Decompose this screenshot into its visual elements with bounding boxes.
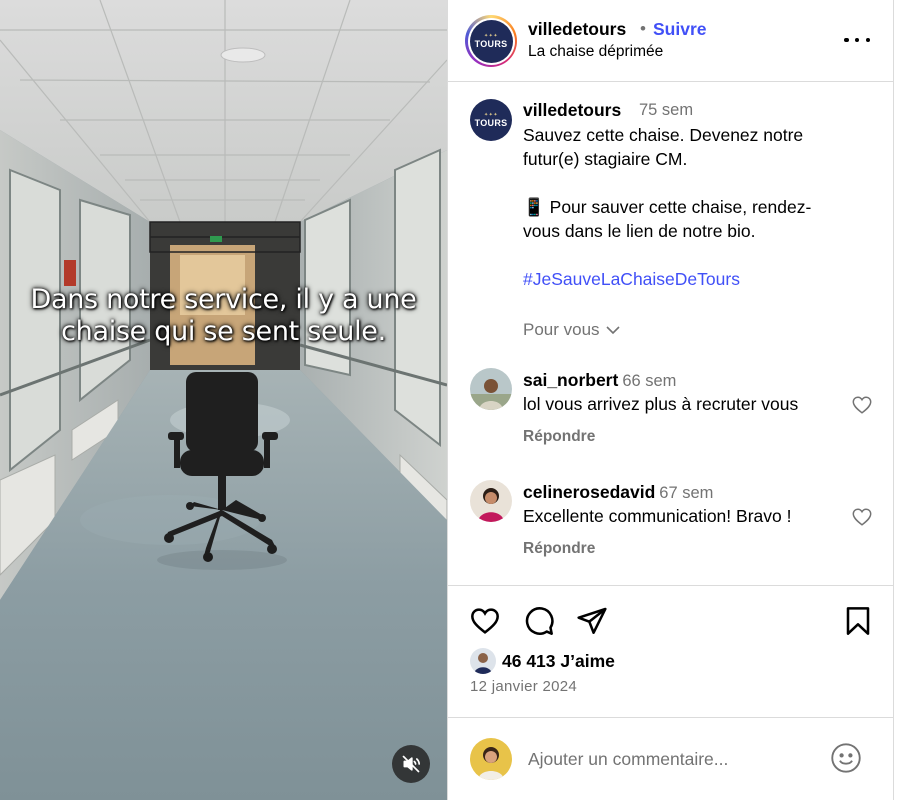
caption-line: 📱 Pour sauver cette chaise, rendez- [523, 197, 812, 217]
divider [448, 717, 894, 718]
caption-line: Sauvez cette chaise. Devenez notre [523, 125, 804, 145]
caption-username[interactable]: villedetours [523, 100, 621, 121]
commenter-avatar[interactable] [470, 480, 512, 522]
reply-button[interactable]: Répondre [523, 540, 595, 558]
comment-input[interactable] [528, 746, 818, 772]
caption-line: vous dans le lien de notre bio. [523, 221, 756, 241]
commenter-avatar[interactable] [470, 368, 512, 410]
speaker-muted-icon [402, 755, 420, 773]
overlay-line-1: Dans notre service, il y a une [30, 284, 417, 315]
logo-word: TOURS [474, 39, 508, 49]
more-dot-icon [844, 37, 849, 43]
smiley-icon[interactable] [830, 742, 862, 774]
overlay-line-2: chaise qui se sent seule. [61, 316, 386, 347]
current-user-avatar [470, 738, 512, 780]
mute-button[interactable] [392, 745, 430, 783]
more-dot-icon [854, 37, 860, 43]
comment-icon[interactable] [523, 605, 555, 637]
caption-line: futur(e) stagiaire CM. [523, 149, 688, 169]
comment-username-text[interactable]: celinerosedavid [523, 482, 655, 502]
tours-logo: ✦✦✦ TOURS [470, 99, 512, 141]
comment-text: lol vous arrivez plus à recruter vous [523, 394, 799, 414]
post-media[interactable]: Dans notre service, il y a une chaise qu… [0, 0, 447, 800]
follow-button[interactable]: Suivre [653, 19, 707, 40]
caption-avatar[interactable]: ✦✦✦ TOURS [470, 99, 512, 141]
logo-word: TOURS [474, 118, 508, 128]
post-header: ✦✦✦ TOURS villedetours • Suivre La chais… [448, 0, 894, 82]
share-icon[interactable] [576, 605, 608, 637]
post-sidebar: ✦✦✦ TOURS villedetours • Suivre La chais… [447, 0, 894, 800]
heart-icon[interactable] [851, 394, 873, 416]
more-options-button[interactable] [844, 30, 870, 50]
divider [448, 585, 894, 586]
author-avatar[interactable]: ✦✦✦ TOURS [465, 15, 517, 67]
comment-username[interactable]: celinerosedavid 67 sem [523, 482, 713, 503]
bookmark-icon[interactable] [842, 605, 874, 637]
comment-time[interactable]: 67 sem [659, 484, 713, 502]
post-date[interactable]: 12 janvier 2024 [470, 678, 577, 695]
like-heart-icon[interactable] [469, 605, 501, 637]
caption-time[interactable]: 75 sem [639, 101, 693, 120]
likes-count[interactable]: 46 413 J’aime [502, 651, 615, 672]
hashtag-link[interactable]: #JeSauveLaChaiseDeTours [523, 269, 740, 289]
translation-toggle[interactable]: Pour vous [523, 320, 620, 340]
hallway-photo [0, 0, 447, 800]
comment-time[interactable]: 66 sem [622, 372, 676, 390]
tours-logo: ✦✦✦ TOURS [469, 19, 513, 63]
audio-subtitle[interactable]: La chaise déprimée [528, 43, 663, 61]
heart-icon[interactable] [851, 506, 873, 528]
comment-username-text[interactable]: sai_norbert [523, 370, 618, 390]
comment-username[interactable]: sai_norbert 66 sem [523, 370, 676, 391]
more-dot-icon [865, 37, 870, 43]
author-username[interactable]: villedetours [528, 19, 626, 40]
pour-vous-label: Pour vous [523, 320, 600, 339]
separator-dot: • [640, 19, 646, 38]
chevron-down-icon [605, 326, 620, 335]
comment-text: Excellente communication! Bravo ! [523, 506, 792, 526]
reply-button[interactable]: Répondre [523, 428, 595, 446]
video-overlay-text: Dans notre service, il y a une chaise qu… [0, 284, 447, 348]
liker-avatar[interactable] [470, 648, 496, 674]
